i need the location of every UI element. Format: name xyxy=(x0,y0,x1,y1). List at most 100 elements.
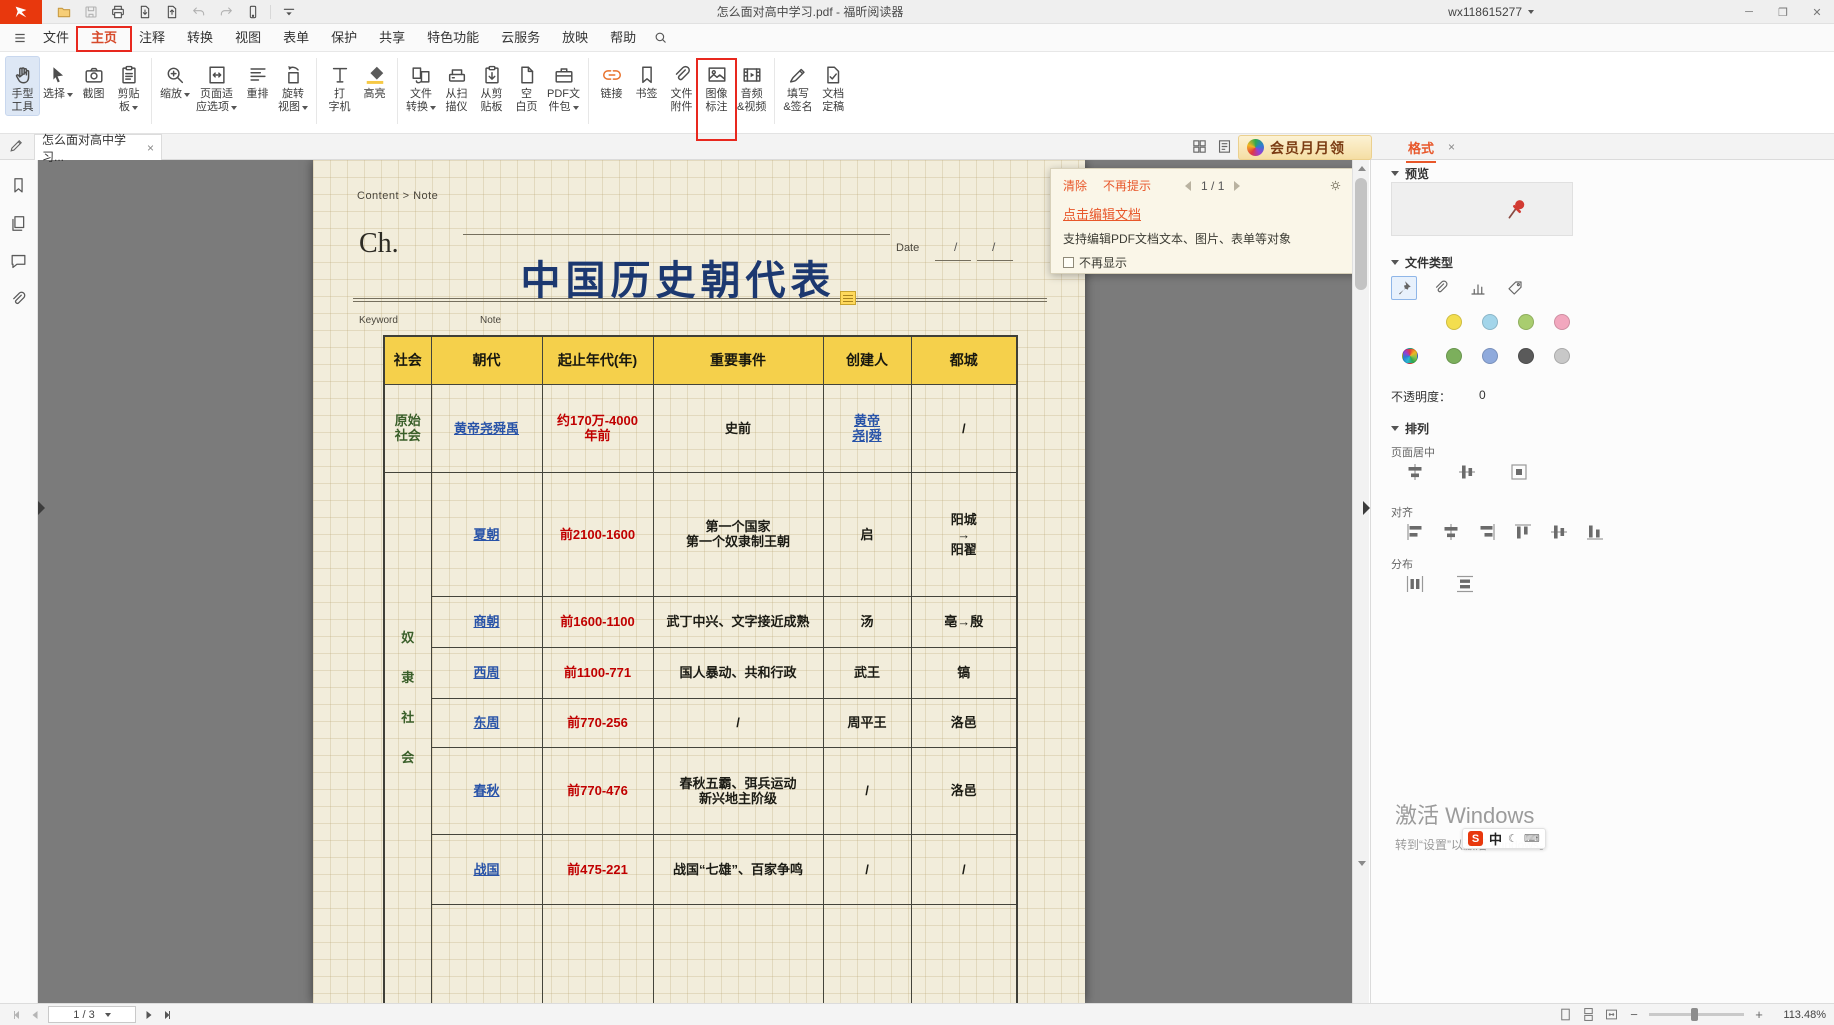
color-swatch[interactable] xyxy=(1554,348,1570,364)
color-swatch[interactable] xyxy=(1446,348,1462,364)
document-viewport[interactable]: Content > Note Ch. 中国历史朝代表 Date / / Keyw… xyxy=(38,160,1352,1003)
tool-rotate[interactable]: 旋转视图 xyxy=(275,56,311,116)
popup-edit-link[interactable]: 点击编辑文档 xyxy=(1063,204,1352,223)
ime-keyboard-icon[interactable]: ⌨ xyxy=(1524,832,1540,845)
page-view-icon[interactable] xyxy=(1216,138,1233,155)
tool-portfolio[interactable]: PDF文件包 xyxy=(544,56,583,116)
right-panel-collapse-arrow[interactable] xyxy=(1363,501,1370,515)
ime-mode-indicator[interactable]: 中 xyxy=(1489,829,1502,848)
tool-finalize[interactable]: 文档定稿 xyxy=(816,56,851,116)
tool-blankpage[interactable]: 空白页 xyxy=(509,56,544,116)
dont-show-checkbox[interactable] xyxy=(1063,257,1074,268)
color-swatch[interactable] xyxy=(1482,348,1498,364)
tool-fitpage[interactable]: 页面适应选项 xyxy=(193,56,240,116)
tool-fillsign[interactable]: 填写&签名 xyxy=(780,56,815,116)
tool-cursor[interactable]: 选择 xyxy=(40,56,76,103)
save-icon[interactable] xyxy=(77,2,104,22)
last-page-icon[interactable] xyxy=(158,1007,176,1023)
menu-item-11[interactable]: 帮助 xyxy=(599,24,647,52)
menu-item-9[interactable]: 云服务 xyxy=(490,24,551,52)
align-top-icon[interactable] xyxy=(1513,522,1533,542)
distribute-horizontal-icon[interactable] xyxy=(1405,574,1425,594)
tool-convert[interactable]: 文件转换 xyxy=(403,56,439,116)
tool-typewriter[interactable]: 打字机 xyxy=(322,56,357,116)
maximize-button[interactable]: ❐ xyxy=(1766,0,1800,24)
comments-panel-icon[interactable] xyxy=(9,252,28,271)
tool-av[interactable]: 音频&视频 xyxy=(734,56,769,116)
color-swatch[interactable] xyxy=(1554,314,1570,330)
popup-next-icon[interactable] xyxy=(1234,181,1240,191)
menu-item-8[interactable]: 特色功能 xyxy=(416,24,490,52)
color-swatch[interactable] xyxy=(1446,314,1462,330)
pages-panel-icon[interactable] xyxy=(9,214,28,233)
align-center-icon[interactable] xyxy=(1441,522,1461,542)
device-icon[interactable] xyxy=(239,2,266,22)
account-menu[interactable]: wx118615277 xyxy=(1448,5,1534,19)
menu-item-3[interactable]: 转换 xyxy=(176,24,224,52)
fit-width-icon[interactable] xyxy=(1604,1007,1619,1022)
center-vertical-icon[interactable] xyxy=(1457,462,1477,482)
tab-close-icon[interactable]: × xyxy=(147,141,154,155)
popup-prev-icon[interactable] xyxy=(1185,181,1191,191)
arrange-section-header[interactable]: 排列 xyxy=(1391,420,1429,437)
graph-icon[interactable] xyxy=(1465,276,1491,300)
zoom-slider-thumb[interactable] xyxy=(1691,1008,1698,1021)
pushpin-icon[interactable] xyxy=(1391,276,1417,300)
tool-bookmark[interactable]: 书签 xyxy=(629,56,664,103)
paperclip-icon[interactable] xyxy=(1428,276,1454,300)
menu-item-10[interactable]: 放映 xyxy=(551,24,599,52)
tool-highlight[interactable]: 高亮 xyxy=(357,56,392,103)
minimize-button[interactable]: ─ xyxy=(1732,0,1766,24)
format-panel-close-icon[interactable]: × xyxy=(1448,140,1455,154)
vip-membership-button[interactable]: 会员月月领 xyxy=(1238,135,1372,160)
tool-fromclip[interactable]: 从剪贴板 xyxy=(474,56,509,116)
align-middle-icon[interactable] xyxy=(1549,522,1569,542)
zoom-out-button[interactable]: − xyxy=(1627,1007,1641,1022)
align-bottom-icon[interactable] xyxy=(1585,522,1605,542)
color-swatch[interactable] xyxy=(1518,314,1534,330)
color-swatch[interactable] xyxy=(1518,348,1534,364)
left-panel-expand-arrow[interactable] xyxy=(38,501,45,515)
export-doc-icon[interactable] xyxy=(131,2,158,22)
ime-moon-icon[interactable]: ☾ xyxy=(1508,832,1518,845)
tool-clipboard[interactable]: 剪贴板 xyxy=(111,56,146,116)
scrollbar-thumb[interactable] xyxy=(1355,178,1367,290)
popup-clear-link[interactable]: 清除 xyxy=(1063,177,1087,194)
zoom-in-button[interactable]: + xyxy=(1752,1007,1766,1022)
vertical-scrollbar[interactable] xyxy=(1352,160,1369,1003)
document-tab[interactable]: 怎么面对高中学习... × xyxy=(34,134,162,160)
search-icon[interactable] xyxy=(647,24,673,52)
align-right-icon[interactable] xyxy=(1477,522,1497,542)
opacity-value[interactable]: 0 xyxy=(1479,388,1486,405)
scroll-down-icon[interactable] xyxy=(1353,855,1370,871)
format-tab-label[interactable]: 格式 xyxy=(1408,138,1434,157)
tool-link[interactable]: 链接 xyxy=(594,56,629,103)
custom-color-wheel[interactable] xyxy=(1402,348,1418,364)
color-swatch[interactable] xyxy=(1482,314,1498,330)
attachments-panel-icon[interactable] xyxy=(9,290,28,309)
share-doc-icon[interactable] xyxy=(158,2,185,22)
zoom-slider[interactable] xyxy=(1649,1013,1744,1016)
distribute-vertical-icon[interactable] xyxy=(1455,574,1475,594)
center-horizontal-icon[interactable] xyxy=(1405,462,1425,482)
bookmarks-panel-icon[interactable] xyxy=(9,176,28,195)
align-left-icon[interactable] xyxy=(1405,522,1425,542)
menu-item-7[interactable]: 共享 xyxy=(368,24,416,52)
scroll-up-icon[interactable] xyxy=(1353,160,1370,176)
tag-icon[interactable] xyxy=(1502,276,1528,300)
hamburger-icon[interactable] xyxy=(8,24,32,52)
single-page-view-icon[interactable] xyxy=(1558,1007,1573,1022)
tool-zoom[interactable]: 缩放 xyxy=(157,56,193,103)
menu-item-0[interactable]: 文件 xyxy=(32,24,80,52)
next-page-icon[interactable] xyxy=(140,1007,158,1023)
prev-page-icon[interactable] xyxy=(26,1007,44,1023)
tool-hand[interactable]: 手型工具 xyxy=(5,56,40,116)
customize-caret-icon[interactable] xyxy=(275,2,302,22)
print-icon[interactable] xyxy=(104,2,131,22)
sticky-note-annotation-icon[interactable] xyxy=(840,291,856,305)
undo-icon[interactable] xyxy=(185,2,212,22)
quick-edit-pencil-icon[interactable] xyxy=(8,137,25,154)
continuous-view-icon[interactable] xyxy=(1581,1007,1596,1022)
menu-item-6[interactable]: 保护 xyxy=(320,24,368,52)
menu-item-4[interactable]: 视图 xyxy=(224,24,272,52)
